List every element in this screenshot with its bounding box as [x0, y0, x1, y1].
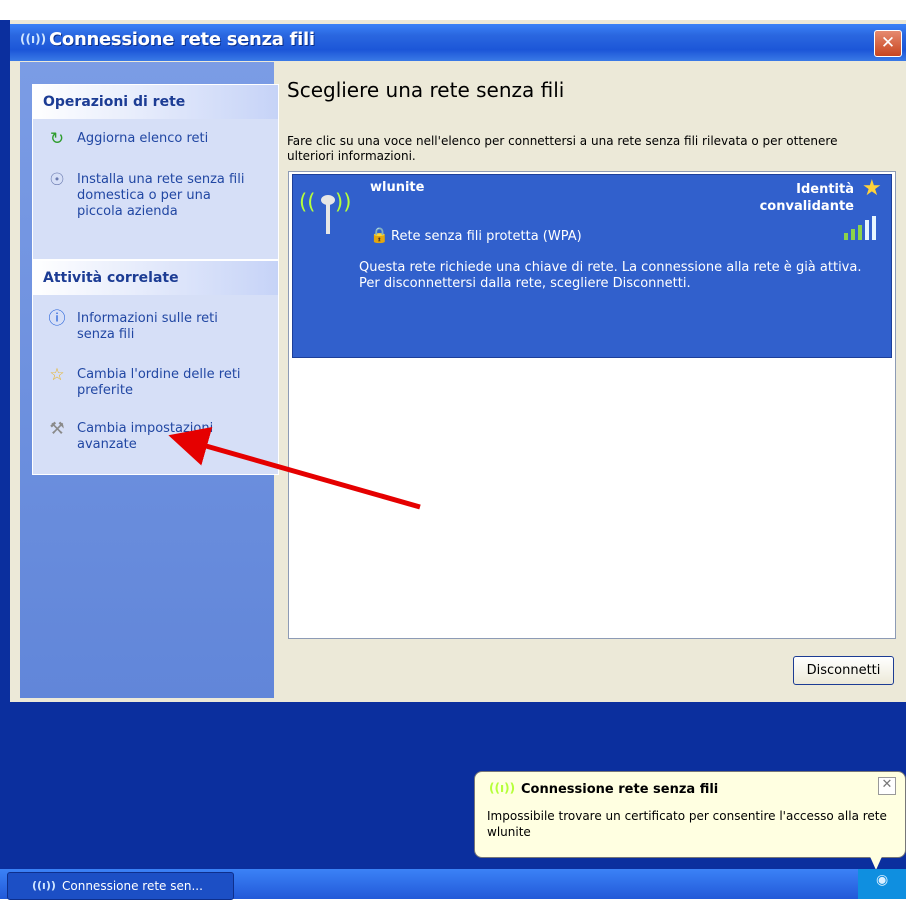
wireless-icon: ((ı)) — [489, 781, 516, 795]
tasks-pane: Operazioni di rete ↻ Aggiorna elenco ret… — [20, 62, 279, 698]
close-button[interactable]: ✕ — [874, 30, 902, 57]
refresh-network-list-link[interactable]: ↻ Aggiorna elenco reti — [45, 131, 275, 153]
advanced-settings-link[interactable]: ⚒ Cambia impostazioni avanzate — [45, 421, 275, 457]
page-title: Scegliere una rete senza fili — [287, 78, 565, 102]
setup-network-icon: ☉ — [49, 170, 65, 190]
preferred-order-link[interactable]: ☆ Cambia l'ordine delle reti preferite — [45, 367, 275, 403]
wrench-icon: ⚒ — [49, 419, 65, 439]
taskbar-button-label: Connessione rete sen... — [62, 879, 203, 893]
network-security: Rete senza fili protetta (WPA) — [391, 229, 582, 244]
signal-bar — [858, 225, 862, 240]
signal-bar — [851, 229, 855, 240]
related-tasks-group: Attività correlate ⓘ Informazioni sulle … — [32, 260, 279, 475]
task-label: Installa una rete senza fili domestica o… — [77, 172, 245, 219]
preferred-star-icon: ★ — [862, 176, 882, 201]
task-label: Aggiorna elenco reti — [77, 131, 209, 146]
task-label: Cambia l'ordine delle reti preferite — [77, 367, 241, 398]
task-label: Informazioni sulle reti senza fili — [77, 311, 218, 342]
disconnect-button[interactable]: Disconnetti — [793, 656, 894, 685]
wireless-icon: ((ı)) — [20, 32, 47, 46]
network-identity-status: Identità convalidante — [759, 182, 854, 214]
setup-network-link[interactable]: ☉ Installa una rete senza fili domestica… — [45, 172, 275, 222]
wireless-info-link[interactable]: ⓘ Informazioni sulle reti senza fili — [45, 311, 275, 347]
balloon-close-button[interactable]: ✕ — [878, 777, 896, 795]
network-tasks-header: Operazioni di rete — [33, 85, 278, 119]
network-tasks-group: Operazioni di rete ↻ Aggiorna elenco ret… — [32, 84, 279, 260]
related-tasks-header: Attività correlate — [33, 261, 278, 295]
tray-network-icon[interactable]: ◉ — [876, 872, 888, 888]
antenna-pole — [326, 200, 330, 234]
signal-strength-icon — [844, 216, 876, 240]
star-icon: ☆ — [49, 365, 65, 385]
balloon-message: Impossibile trovare un certificato per c… — [487, 809, 887, 839]
balloon-tail — [868, 852, 884, 870]
refresh-icon: ↻ — [49, 129, 65, 149]
taskbar-window-button[interactable]: ((ı)) Connessione rete sen... — [7, 872, 234, 900]
signal-bar — [844, 233, 848, 240]
window-title: Connessione rete senza fili — [49, 29, 315, 50]
wireless-icon: ((ı)) — [32, 879, 56, 892]
signal-bar — [865, 220, 869, 240]
network-name: wlunite — [370, 180, 425, 195]
signal-bar — [872, 216, 876, 240]
instruction-text: Fare clic su una voce nell'elenco per co… — [287, 134, 838, 163]
lock-icon: 🔒 — [370, 226, 389, 244]
info-icon: ⓘ — [48, 309, 66, 329]
network-description: Questa rete richiede una chiave di rete.… — [359, 260, 862, 291]
balloon-title: Connessione rete senza fili — [521, 782, 719, 797]
task-label: Cambia impostazioni avanzate — [77, 421, 214, 452]
